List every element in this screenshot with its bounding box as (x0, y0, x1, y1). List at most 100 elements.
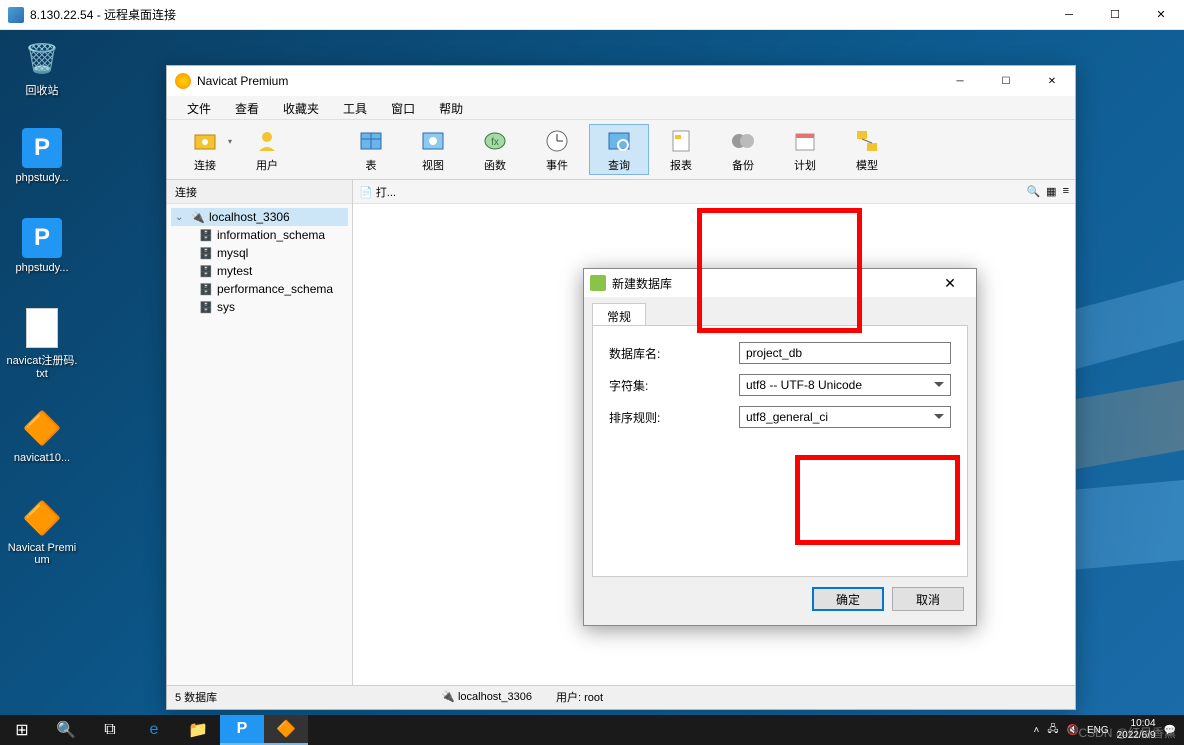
grid-icon[interactable]: ▦ (1046, 185, 1056, 198)
rdp-maximize-button[interactable]: ☐ (1092, 0, 1138, 30)
desktop-icon-label: 回收站 (6, 82, 78, 98)
toolbar-report[interactable]: 报表 (651, 124, 711, 175)
database-icon (199, 264, 213, 278)
search-button[interactable]: 🔍 (44, 715, 88, 745)
navicat-toolbar: 连接 用户 表 视图 fx函数 事件 查询 报表 备份 计划 模型 (167, 120, 1075, 180)
taskbar-explorer[interactable]: 📁 (176, 715, 220, 745)
tree-database[interactable]: mytest (171, 262, 348, 280)
search-icon[interactable]: 🔍 (1026, 185, 1040, 198)
desktop-icon-phpstudy-1[interactable]: phpstudy... (6, 128, 78, 184)
list-icon[interactable]: ≡ (1063, 185, 1069, 198)
status-connection: 🔌 localhost_3306 (441, 690, 532, 703)
label-dbname: 数据库名: (609, 345, 739, 362)
dialog-close-button[interactable]: ✕ (930, 275, 970, 292)
toolbar-view[interactable]: 视图 (403, 124, 463, 175)
toolbar-user[interactable]: 用户 (237, 124, 297, 175)
tray-up-icon[interactable]: ˄ (1033, 725, 1039, 736)
toolbar-model[interactable]: 模型 (837, 124, 897, 175)
input-dbname[interactable] (739, 342, 951, 364)
menu-window[interactable]: 窗口 (379, 96, 427, 119)
tree-database[interactable]: sys (171, 298, 348, 316)
taskbar-ie[interactable]: e (132, 715, 176, 745)
expand-icon[interactable]: ⌄ (175, 212, 187, 223)
dialog-titlebar: 新建数据库 ✕ (584, 269, 976, 297)
navicat-window: Navicat Premium ─ ☐ ✕ 文件 查看 收藏夹 工具 窗口 帮助… (166, 65, 1076, 710)
connection-name: localhost_3306 (209, 210, 290, 224)
toolbar-function[interactable]: fx函数 (465, 124, 525, 175)
task-view-button[interactable]: ⧉ (88, 715, 132, 745)
dialog-ok-button[interactable]: 确定 (812, 587, 884, 611)
navicat-app-icon (175, 73, 191, 89)
rdp-title: 8.130.22.54 - 远程桌面连接 (30, 6, 176, 23)
menu-view[interactable]: 查看 (223, 96, 271, 119)
phpstudy-icon (22, 218, 62, 258)
menu-favorites[interactable]: 收藏夹 (271, 96, 331, 119)
navicat-title: Navicat Premium (197, 74, 288, 88)
sidebar-header: 连接 (167, 180, 352, 204)
menu-tools[interactable]: 工具 (331, 96, 379, 119)
desktop-icon-label: Navicat Premium (6, 542, 78, 566)
desktop-icon-navicat-premium[interactable]: Navicat Premium (6, 498, 78, 566)
taskbar-phpstudy[interactable]: P (220, 715, 264, 745)
svg-text:fx: fx (491, 137, 499, 148)
tree-database[interactable]: mysql (171, 244, 348, 262)
toolbar-table[interactable]: 表 (341, 124, 401, 175)
desktop-icon-navicat10[interactable]: navicat10... (6, 408, 78, 464)
navicat-close-button[interactable]: ✕ (1029, 66, 1075, 96)
new-database-dialog: 新建数据库 ✕ 常规 数据库名: 字符集: (583, 268, 977, 626)
connection-icon (191, 210, 205, 224)
navicat-minimize-button[interactable]: ─ (937, 66, 983, 96)
desktop-icon-txt-file[interactable]: navicat注册码.txt (6, 308, 78, 380)
toolbar-schedule[interactable]: 计划 (775, 124, 835, 175)
tree-connection[interactable]: ⌄ localhost_3306 (171, 208, 348, 226)
tray-lang[interactable]: ENG (1087, 725, 1109, 736)
system-tray: ˄ 🖧 🔇 ENG 10:04 2022/6/9 💬 (1033, 718, 1184, 742)
content-open-btn[interactable]: 📄 打... (359, 184, 396, 200)
database-icon (199, 300, 213, 314)
toolbar-event[interactable]: 事件 (527, 124, 587, 175)
taskbar-navicat[interactable]: 🔶 (264, 715, 308, 745)
toolbar-query[interactable]: 查询 (589, 124, 649, 175)
status-db-count: 5 数据库 (175, 689, 217, 705)
rdp-minimize-button[interactable]: ─ (1046, 0, 1092, 30)
navicat-icon (22, 498, 62, 538)
content-toolbar: 📄 打... 🔍 ▦ ≡ (353, 180, 1075, 204)
remote-desktop: 回收站 phpstudy... phpstudy... navicat注册码.t… (0, 30, 1184, 715)
desktop-icon-phpstudy-2[interactable]: phpstudy... (6, 218, 78, 274)
desktop-icon-label: navicat注册码.txt (6, 352, 78, 380)
tray-notifications-icon[interactable]: 💬 (1164, 725, 1176, 736)
toolbar-backup[interactable]: 备份 (713, 124, 773, 175)
rdp-titlebar: 8.130.22.54 - 远程桌面连接 ─ ☐ ✕ (0, 0, 1184, 30)
desktop-icon-label: phpstudy... (6, 172, 78, 184)
toolbar-connection[interactable]: 连接 (175, 124, 235, 175)
menu-help[interactable]: 帮助 (427, 96, 475, 119)
tree-database[interactable]: performance_schema (171, 280, 348, 298)
menu-file[interactable]: 文件 (175, 96, 223, 119)
select-charset[interactable]: utf8 -- UTF-8 Unicode (739, 374, 951, 396)
dialog-tab-general[interactable]: 常规 (592, 303, 646, 325)
select-collation[interactable]: utf8_general_ci (739, 406, 951, 428)
dialog-cancel-button[interactable]: 取消 (892, 587, 964, 611)
tray-clock[interactable]: 10:04 2022/6/9 (1117, 718, 1156, 742)
desktop-icon-label: phpstudy... (6, 262, 78, 274)
dialog-title: 新建数据库 (612, 275, 672, 292)
tray-volume-icon[interactable]: 🔇 (1066, 725, 1078, 736)
tree-database[interactable]: information_schema (171, 226, 348, 244)
status-user: 用户: root (556, 689, 603, 705)
navicat-menubar: 文件 查看 收藏夹 工具 窗口 帮助 (167, 96, 1075, 120)
start-button[interactable]: ⊞ (0, 715, 44, 745)
navicat-content: 📄 打... 🔍 ▦ ≡ 新建数据库 ✕ (353, 180, 1075, 685)
database-icon (199, 246, 213, 260)
navicat-statusbar: 5 数据库 🔌 localhost_3306 用户: root (167, 685, 1075, 707)
navicat-titlebar: Navicat Premium ─ ☐ ✕ (167, 66, 1075, 96)
phpstudy-icon (22, 128, 62, 168)
label-collation: 排序规则: (609, 409, 739, 426)
recycle-bin-icon (22, 38, 62, 78)
desktop-icon-label: navicat10... (6, 452, 78, 464)
navicat-maximize-button[interactable]: ☐ (983, 66, 1029, 96)
rdp-icon (8, 7, 24, 23)
rdp-close-button[interactable]: ✕ (1138, 0, 1184, 30)
tray-network-icon[interactable]: 🖧 (1047, 722, 1058, 739)
database-icon (199, 228, 213, 242)
desktop-icon-recycle-bin[interactable]: 回收站 (6, 38, 78, 98)
